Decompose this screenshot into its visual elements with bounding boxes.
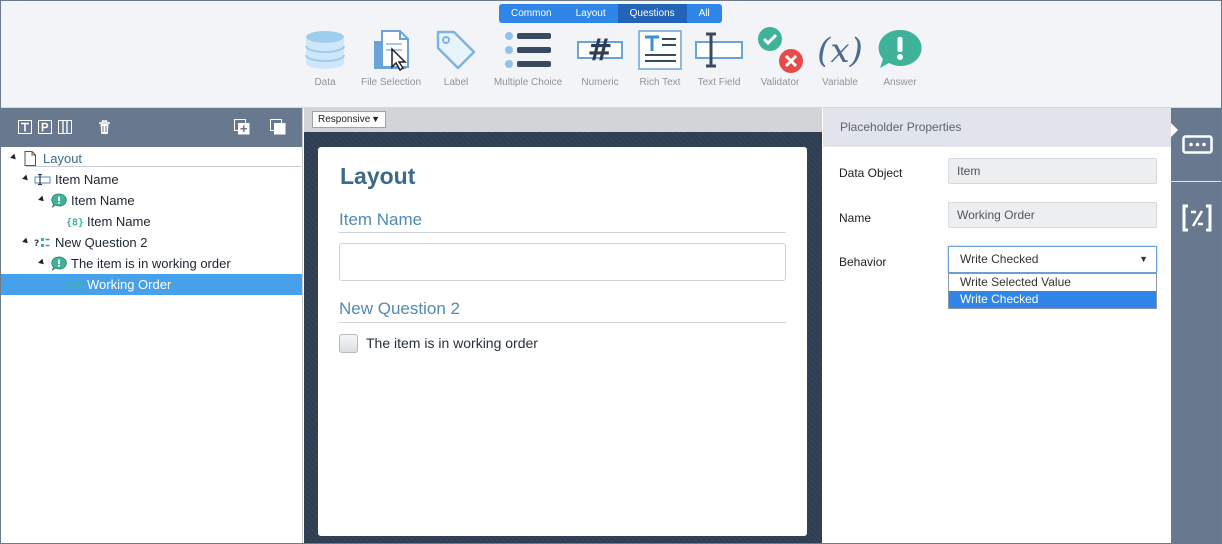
svg-text:(x): (x) [817, 31, 863, 71]
speech-bubble-icon [51, 193, 67, 208]
form-preview: Layout Item Name New Question 2 The item… [318, 147, 807, 536]
expand-arrow-icon[interactable] [38, 195, 46, 204]
question-divider [339, 232, 786, 233]
tab-all[interactable]: All [686, 4, 722, 23]
tab-questions[interactable]: Questions [617, 4, 687, 23]
right-rail [1171, 108, 1221, 543]
text-mode-icon[interactable] [18, 118, 32, 136]
properties-panel: Placeholder Properties Data Object Item … [823, 108, 1171, 543]
placeholder-icon: {8} [66, 214, 84, 229]
question-divider [339, 322, 786, 323]
text-mode-p-icon[interactable] [38, 118, 52, 136]
page-icon [23, 151, 39, 166]
working-order-label[interactable]: The item is in working order [366, 335, 538, 351]
tool-label[interactable]: Label [416, 25, 496, 88]
rail-divider [1171, 181, 1221, 182]
answer-icon [860, 25, 940, 75]
tree-toolbar [1, 108, 302, 147]
svg-text:{8}: {8} [67, 281, 83, 292]
tree-node-working-order-question[interactable]: The item is in working order [1, 253, 302, 274]
behavior-label: Behavior [839, 255, 887, 269]
tag-icon [416, 25, 496, 75]
copy-icon[interactable] [270, 118, 286, 136]
caret-down-icon: ▼ [371, 114, 380, 124]
data-object-field[interactable]: Item [948, 158, 1157, 184]
question-toolbar: Common Layout Questions All Data File Se… [1, 1, 1221, 108]
input-placeholder-icon [1182, 135, 1213, 154]
placeholder-properties-tab[interactable] [1171, 108, 1221, 181]
delete-icon[interactable] [97, 118, 111, 136]
variable-brackets-icon [1182, 204, 1212, 232]
data-object-label: Data Object [839, 166, 903, 180]
expand-arrow-icon[interactable] [22, 174, 30, 183]
behavior-option-write-selected-value[interactable]: Write Selected Value [949, 274, 1156, 291]
list-icon [488, 25, 568, 75]
behavior-option-write-checked[interactable]: Write Checked [949, 291, 1156, 308]
item-name-input[interactable] [339, 243, 786, 281]
tree-node-working-order-placeholder[interactable]: {8} Working Order [1, 274, 302, 295]
name-field[interactable]: Working Order [948, 202, 1157, 228]
layout-tree: Layout Item Name Item Name 8} Item Name … [1, 148, 302, 295]
tree-separator [26, 166, 301, 167]
variables-tab[interactable] [1171, 192, 1221, 242]
tab-common[interactable]: Common [499, 4, 564, 23]
behavior-options-list: Write Selected Value Write Checked [948, 273, 1157, 309]
question-title-new-question-2[interactable]: New Question 2 [339, 299, 460, 319]
canvas-topbar: Responsive ▼ [304, 108, 822, 132]
tree-node-item-name-question[interactable]: Item Name [1, 190, 302, 211]
expand-arrow-icon[interactable] [22, 237, 30, 246]
question-icon: ? [34, 235, 50, 250]
tool-answer[interactable]: Answer [860, 25, 940, 88]
question-title-item-name[interactable]: Item Name [339, 210, 422, 230]
tab-layout[interactable]: Layout [563, 4, 618, 23]
toolbar-tabs: Common Layout Questions All [499, 4, 722, 23]
responsive-select[interactable]: Responsive ▼ [312, 111, 386, 128]
input-field-icon [34, 172, 51, 187]
design-canvas: Responsive ▼ Layout Item Name New Questi… [304, 108, 822, 543]
columns-icon[interactable] [58, 118, 72, 136]
behavior-select[interactable]: Write Checked ▼ [948, 246, 1157, 273]
form-title: Layout [340, 163, 416, 189]
add-item-icon[interactable] [234, 118, 250, 136]
working-order-checkbox[interactable] [339, 334, 358, 353]
layout-tree-panel: Layout Item Name Item Name 8} Item Name … [1, 108, 303, 543]
tree-node-new-question-2[interactable]: ? New Question 2 [1, 232, 302, 253]
expand-arrow-icon[interactable] [10, 153, 18, 162]
svg-text:?: ? [34, 239, 39, 249]
svg-text:{8}: {8} [67, 218, 83, 229]
active-tab-pointer [1171, 123, 1178, 137]
svg-text:#: # [587, 33, 612, 68]
expand-arrow-icon[interactable] [38, 258, 46, 267]
caret-down-icon: ▼ [1139, 254, 1148, 264]
app-window: Common Layout Questions All Data File Se… [0, 0, 1222, 544]
name-label: Name [839, 211, 872, 225]
tool-multiple-choice[interactable]: Multiple Choice [488, 25, 568, 88]
tree-node-item-name-field[interactable]: Item Name [1, 169, 302, 190]
tree-node-item-name-placeholder[interactable]: {8} Item Name [1, 211, 302, 232]
speech-bubble-icon [51, 256, 67, 271]
placeholder-icon: {8} [66, 277, 84, 292]
properties-header: Placeholder Properties [823, 108, 1171, 147]
